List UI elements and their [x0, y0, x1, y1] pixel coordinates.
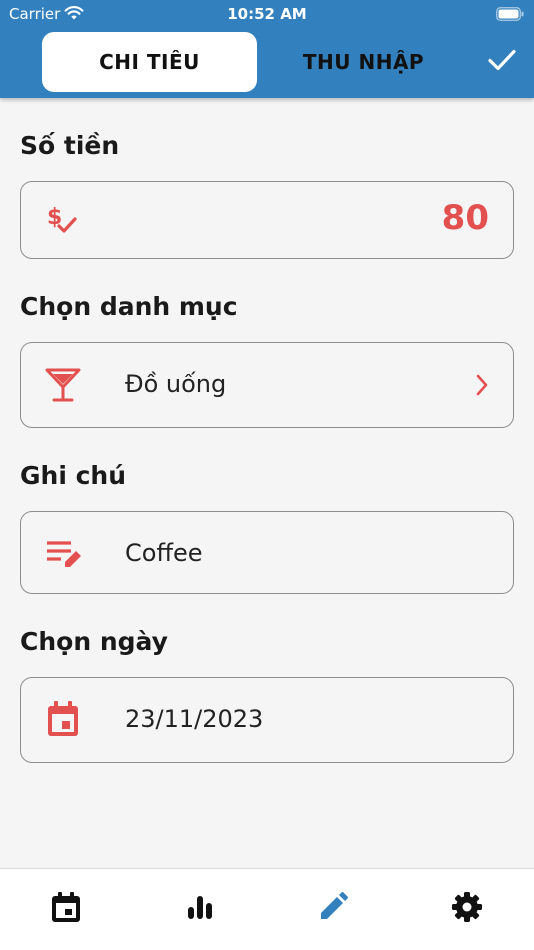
date-value: 23/11/2023: [125, 705, 264, 733]
bar-chart-icon: [186, 894, 214, 924]
date-field[interactable]: 23/11/2023: [20, 677, 514, 763]
bottom-navigation: [0, 868, 534, 950]
amount-value: 80: [441, 198, 489, 238]
amount-field[interactable]: $ 80: [20, 181, 514, 259]
edit-note-icon: [45, 538, 83, 574]
category-label: Chọn danh mục: [20, 292, 238, 321]
note-field[interactable]: Coffee: [20, 511, 514, 594]
check-icon: [487, 48, 517, 76]
dollar-check-icon: $: [45, 202, 83, 242]
settings-icon: [451, 891, 483, 927]
calendar-icon: [51, 891, 81, 927]
clock: 10:52 AM: [227, 5, 307, 23]
app-header: Carrier 10:52 AM CHI TIÊU THU NHẬP: [0, 0, 534, 98]
battery-icon: [496, 7, 524, 25]
status-bar: Carrier 10:52 AM: [0, 0, 534, 28]
confirm-button[interactable]: [480, 44, 524, 80]
nav-settings[interactable]: [447, 889, 487, 929]
cocktail-icon: [45, 367, 81, 407]
nav-statistics[interactable]: [180, 889, 220, 929]
pencil-icon: [318, 892, 348, 926]
date-label: Chọn ngày: [20, 627, 168, 656]
note-value: Coffee: [125, 539, 203, 567]
amount-label: Số tiền: [20, 131, 120, 160]
tab-income[interactable]: THU NHẬP: [256, 32, 471, 92]
chevron-right-icon: [475, 374, 489, 400]
tab-expense-label: CHI TIÊU: [99, 50, 200, 74]
nav-calendar[interactable]: [46, 889, 86, 929]
category-field[interactable]: Đồ uống: [20, 342, 514, 428]
nav-edit[interactable]: [313, 889, 353, 929]
tab-expense[interactable]: CHI TIÊU: [42, 32, 257, 92]
note-label: Ghi chú: [20, 461, 127, 490]
category-value: Đồ uống: [125, 370, 227, 398]
tab-income-label: THU NHẬP: [302, 50, 425, 74]
calendar-icon: [45, 700, 81, 742]
